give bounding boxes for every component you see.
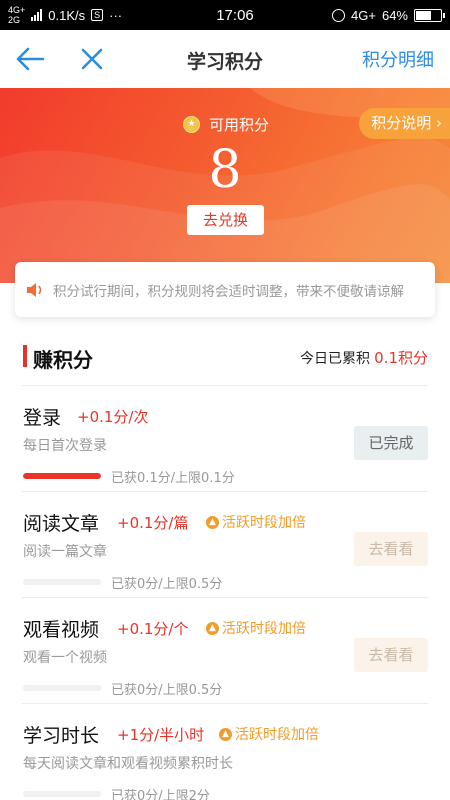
back-arrow-icon[interactable] bbox=[14, 44, 46, 74]
clock: 17:06 bbox=[216, 6, 254, 24]
task-read-articles: 阅读文章 +0.1分/篇 ▲ 活跃时段加倍 阅读一篇文章 已获0分/上限0.5分… bbox=[0, 509, 450, 614]
task-points: +0.1分/次 bbox=[77, 408, 149, 426]
go-read-button[interactable]: 去看看 bbox=[354, 532, 428, 566]
task-points: +1分/半小时 bbox=[117, 726, 205, 744]
signal-icon bbox=[31, 9, 43, 21]
task-name: 登录 bbox=[23, 407, 62, 429]
task-progress-text: 已获0分/上限0.5分 bbox=[111, 683, 223, 698]
points-detail-link[interactable]: 积分明细 bbox=[362, 46, 434, 72]
coin-icon: ★ bbox=[183, 116, 200, 133]
network-indicator: 4G+ 2G bbox=[8, 5, 25, 25]
available-points-value: 8 bbox=[208, 140, 242, 200]
divider bbox=[22, 597, 428, 598]
task-description: 观看一个视频 bbox=[23, 650, 107, 666]
battery-percent: 64% bbox=[381, 7, 408, 23]
section-title: 赚积分 bbox=[33, 348, 93, 372]
redeem-button[interactable]: 去兑换 bbox=[187, 205, 264, 235]
battery-icon bbox=[414, 8, 445, 22]
task-name: 学习时长 bbox=[23, 725, 100, 747]
task-name: 观看视频 bbox=[23, 619, 100, 641]
divider bbox=[22, 385, 428, 386]
more-notifications-icon: ··· bbox=[109, 7, 123, 23]
task-bonus: ▲ 活跃时段加倍 bbox=[206, 512, 306, 532]
app-notification-icon: S bbox=[91, 9, 104, 21]
task-progress-text: 已获0分/上限0.5分 bbox=[111, 577, 223, 592]
task-progress-bar bbox=[23, 579, 101, 585]
task-progress-bar bbox=[23, 685, 101, 691]
task-login: 登录 +0.1分/次 每日首次登录 已获0.1分/上限0.1分 已完成 bbox=[0, 403, 450, 508]
task-points: +0.1分/个 bbox=[117, 620, 189, 638]
notice-banner: 积分试行期间，积分规则将会适时调整，带来不便敬请谅解 bbox=[15, 262, 435, 317]
task-bonus-label: 活跃时段加倍 bbox=[222, 515, 306, 531]
task-progress-bar bbox=[23, 473, 101, 479]
task-progress-text: 已获0.1分/上限0.1分 bbox=[111, 471, 235, 486]
task-progress-text: 已获0分/上限2分 bbox=[111, 789, 210, 800]
task-bonus: ▲ 活跃时段加倍 bbox=[206, 618, 306, 638]
today-earned-value: 0.1积分 bbox=[374, 349, 428, 367]
task-name: 阅读文章 bbox=[23, 513, 100, 535]
network-type-bottom: 2G bbox=[8, 15, 21, 25]
task-watch-videos: 观看视频 +0.1分/个 ▲ 活跃时段加倍 观看一个视频 已获0分/上限0.5分… bbox=[0, 615, 450, 720]
task-points: +0.1分/篇 bbox=[117, 514, 189, 532]
network-speed: 0.1K/s bbox=[48, 7, 86, 23]
available-points-label: 可用积分 bbox=[209, 116, 270, 134]
task-completed-button[interactable]: 已完成 bbox=[354, 426, 428, 460]
go-watch-button[interactable]: 去看看 bbox=[354, 638, 428, 672]
task-bonus: ▲ 活跃时段加倍 bbox=[219, 724, 319, 744]
divider bbox=[22, 491, 428, 492]
points-explanation-button[interactable]: 积分说明 › bbox=[359, 108, 450, 139]
points-summary-banner: ★ 可用积分 8 去兑换 积分说明 › bbox=[0, 88, 450, 283]
status-bar: 4G+ 2G 0.1K/s S ··· 17:06 4G+ 64% bbox=[0, 0, 450, 30]
nav-bar: 学习积分 积分明细 bbox=[0, 30, 450, 88]
alarm-icon bbox=[332, 8, 346, 22]
close-icon[interactable] bbox=[78, 44, 106, 74]
earn-points-header: 赚积分 今日已累积 0.1积分 bbox=[0, 345, 450, 372]
bonus-up-icon: ▲ bbox=[219, 727, 232, 741]
task-bonus-label: 活跃时段加倍 bbox=[235, 727, 319, 743]
task-description: 阅读一篇文章 bbox=[23, 544, 107, 560]
speaker-icon bbox=[27, 282, 42, 297]
bonus-up-icon: ▲ bbox=[206, 515, 219, 529]
network-type-right: 4G+ bbox=[351, 7, 376, 23]
task-bonus-label: 活跃时段加倍 bbox=[222, 621, 306, 637]
task-progress-bar bbox=[23, 791, 101, 797]
task-study-duration: 学习时长 +1分/半小时 ▲ 活跃时段加倍 每天阅读文章和观看视频累积时长 已获… bbox=[0, 721, 450, 800]
network-type-top: 4G+ bbox=[8, 5, 26, 15]
notice-text: 积分试行期间，积分规则将会适时调整，带来不便敬请谅解 bbox=[53, 283, 404, 300]
today-earned-label: 今日已累积 bbox=[300, 351, 370, 367]
task-description: 每天阅读文章和观看视频累积时长 bbox=[23, 756, 233, 772]
bonus-up-icon: ▲ bbox=[206, 621, 219, 635]
section-accent-bar bbox=[23, 345, 27, 367]
divider bbox=[22, 703, 428, 704]
task-description: 每日首次登录 bbox=[23, 438, 107, 454]
